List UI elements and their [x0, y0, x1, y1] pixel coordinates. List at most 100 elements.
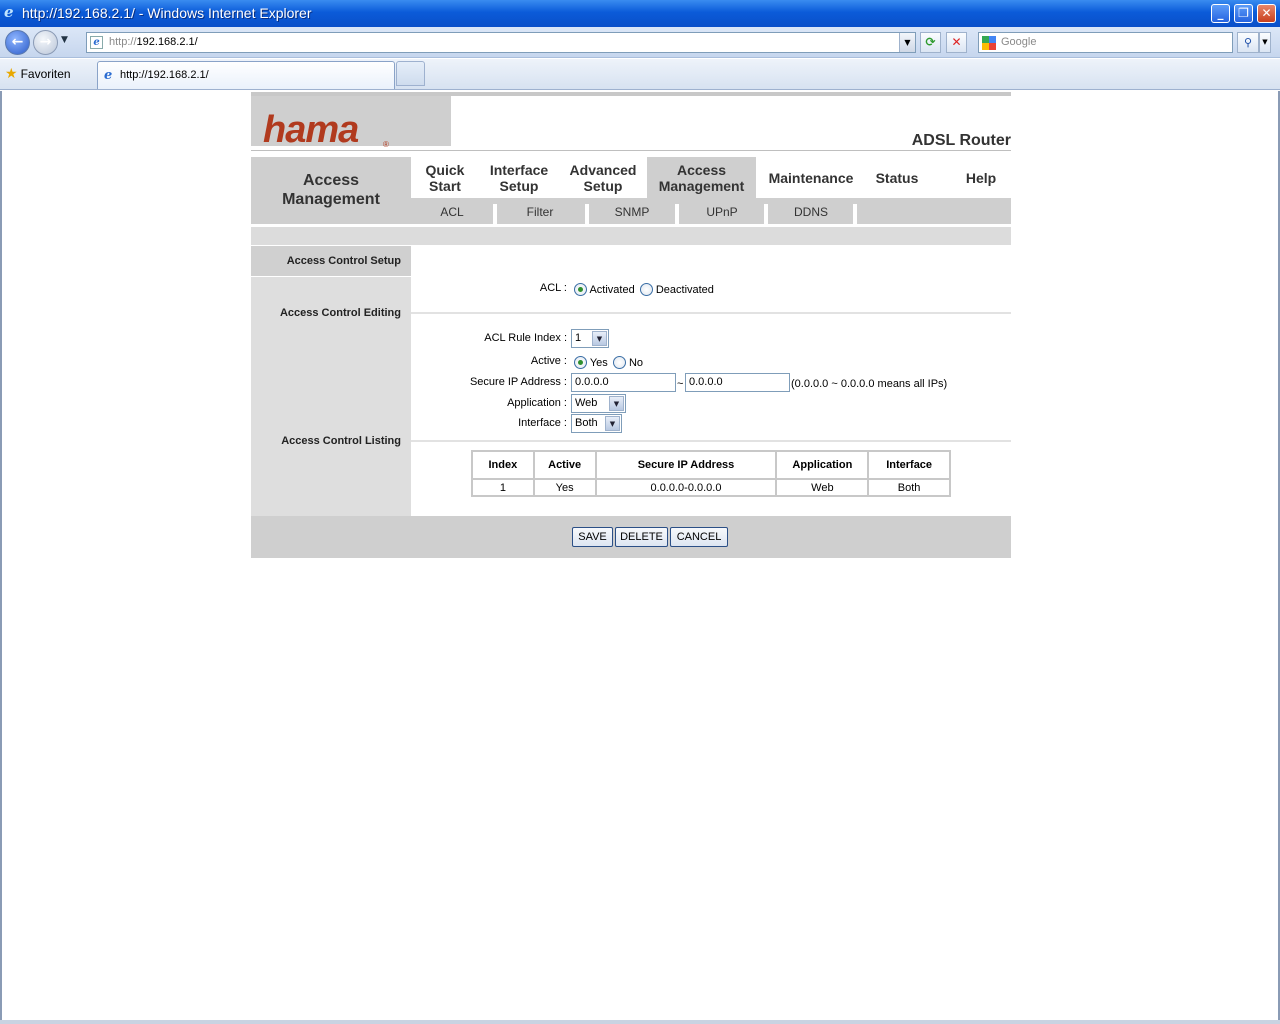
logo-cell: hama ®	[251, 96, 451, 150]
nav-label: Access	[676, 161, 727, 178]
nav-label: Maintenance	[768, 169, 854, 186]
tab-bar: ★ Favoriten e http://192.168.2.1/	[0, 59, 1280, 90]
favorites-star-icon: ★	[5, 65, 18, 81]
stop-button[interactable]: ✕	[946, 32, 967, 53]
secure-ip-end-input[interactable]: 0.0.0.0	[685, 373, 790, 392]
page-icon: e	[90, 36, 103, 49]
hama-logo: hama	[263, 109, 359, 151]
rule-index-select[interactable]: 1 ▼	[571, 329, 609, 348]
subnav-filter[interactable]: Filter	[497, 204, 583, 224]
search-options-dropdown-icon[interactable]: ▼	[1259, 32, 1271, 53]
acl-activated-radio[interactable]	[574, 283, 587, 296]
section-title-line2: Management	[282, 191, 380, 208]
label-access-control-editing: Access Control Editing	[279, 307, 401, 319]
interface-select[interactable]: Both ▼	[571, 414, 622, 433]
nav-help[interactable]: Help	[951, 157, 1011, 198]
browser-tab[interactable]: e http://192.168.2.1/	[97, 61, 395, 89]
application-select[interactable]: Web ▼	[571, 394, 626, 413]
nav-label: Status	[875, 169, 919, 186]
table-cell: 1	[471, 478, 535, 497]
active-yes-radio[interactable]	[574, 356, 587, 369]
favorites-label: Favoriten	[20, 67, 71, 81]
application-value: Web	[575, 397, 598, 409]
active-radio-group: Yes No	[574, 356, 643, 369]
registered-mark: ®	[383, 140, 389, 149]
section-title: Access Management	[251, 157, 411, 224]
nav-access-management[interactable]: Access Management	[647, 157, 756, 198]
rule-index-value: 1	[575, 332, 582, 344]
nav-label: Help	[965, 169, 997, 186]
interface-value: Both	[575, 417, 598, 429]
left-label-column: Access Control Setup Access Control Edit…	[251, 246, 411, 516]
acl-deactivated-radio[interactable]	[639, 283, 653, 296]
secure-ip-label: Secure IP Address :	[469, 376, 567, 388]
header-divider	[251, 150, 1011, 151]
ip-range-hint: (0.0.0.0 ~ 0.0.0.0 means all IPs)	[791, 378, 948, 390]
nav-label: Advanced	[569, 161, 637, 178]
nav-status[interactable]: Status	[866, 157, 928, 198]
forward-button[interactable]: →	[33, 30, 58, 55]
table-cell: Both	[867, 478, 951, 497]
address-dropdown-icon[interactable]: ▼	[899, 33, 915, 52]
recent-pages-dropdown-icon[interactable]: ▼	[61, 35, 68, 45]
back-button[interactable]: ←	[5, 30, 30, 55]
new-tab-button[interactable]	[396, 61, 425, 86]
tab-title: http://192.168.2.1/	[120, 69, 209, 81]
section-divider	[411, 440, 1011, 442]
column-header: Index	[471, 450, 535, 480]
nav-maintenance[interactable]: Maintenance	[756, 157, 866, 198]
acl-label: ACL :	[539, 282, 567, 294]
address-bar[interactable]: e http://192.168.2.1/ ▼	[86, 32, 916, 53]
nav-label: Setup	[499, 177, 539, 194]
content-header-band	[251, 227, 1011, 245]
table-cell: Yes	[532, 478, 597, 497]
column-header: Active	[532, 450, 597, 480]
label-access-control-setup: Access Control Setup	[286, 255, 401, 267]
secure-ip-start-input[interactable]: 0.0.0.0	[571, 373, 676, 392]
favorites-button[interactable]: ★ Favoriten	[5, 65, 71, 82]
subnav-snmp[interactable]: SNMP	[589, 204, 675, 224]
acl-radio-group: Activated Deactivated	[574, 283, 714, 296]
active-label: Active :	[530, 355, 567, 367]
delete-button[interactable]: DELETE	[615, 527, 668, 547]
nav-quick-start[interactable]: Quick Start	[411, 157, 479, 198]
nav-label: Start	[429, 177, 461, 194]
ip-range-separator: ~	[677, 378, 684, 390]
table-row: 1 Yes 0.0.0.0-0.0.0.0 Web Both	[471, 478, 951, 497]
search-icon[interactable]: ⚲	[1237, 32, 1259, 53]
nav-advanced-setup[interactable]: Advanced Setup	[559, 157, 647, 198]
button-bar: SAVE DELETE CANCEL	[251, 516, 1011, 558]
minimize-button[interactable]: _	[1211, 4, 1230, 23]
chevron-down-icon: ▼	[605, 416, 620, 431]
table-header-row: Index Active Secure IP Address Applicati…	[471, 450, 951, 480]
table-cell: Web	[775, 478, 870, 497]
nav-label: Management	[658, 177, 745, 194]
table-cell: 0.0.0.0-0.0.0.0	[594, 478, 778, 497]
refresh-button[interactable]: ⟳	[920, 32, 941, 53]
column-header: Application	[775, 450, 870, 480]
close-window-button[interactable]: ✕	[1257, 4, 1276, 23]
cancel-button[interactable]: CANCEL	[670, 527, 728, 547]
subnav-acl[interactable]: ACL	[411, 204, 493, 224]
chevron-down-icon: ▼	[592, 331, 607, 346]
window-title: http://192.168.2.1/ - Windows Internet E…	[22, 5, 312, 21]
window-titlebar: e http://192.168.2.1/ - Windows Internet…	[0, 0, 1280, 27]
chevron-down-icon: ▼	[609, 396, 624, 411]
address-url[interactable]: http://192.168.2.1/	[109, 36, 198, 48]
main-nav: Quick Start Interface Setup Advanced Setup …	[411, 157, 1011, 198]
restore-button[interactable]: ❐	[1234, 4, 1253, 23]
tab-page-icon: e	[104, 68, 113, 83]
google-icon	[982, 36, 996, 50]
search-input[interactable]: Google	[978, 32, 1233, 53]
active-no-radio[interactable]	[612, 356, 626, 369]
save-button[interactable]: SAVE	[572, 527, 613, 547]
column-header: Interface	[867, 450, 951, 480]
acl-listing-table: Index Active Secure IP Address Applicati…	[471, 450, 951, 497]
section-divider	[411, 312, 1011, 314]
acl-deactivated-label: Deactivated	[655, 284, 714, 296]
product-name: ADSL Router	[911, 132, 1011, 149]
subnav-upnp[interactable]: UPnP	[679, 204, 765, 224]
nav-interface-setup[interactable]: Interface Setup	[479, 157, 559, 198]
active-yes-label: Yes	[589, 357, 608, 369]
subnav-ddns[interactable]: DDNS	[768, 204, 854, 224]
